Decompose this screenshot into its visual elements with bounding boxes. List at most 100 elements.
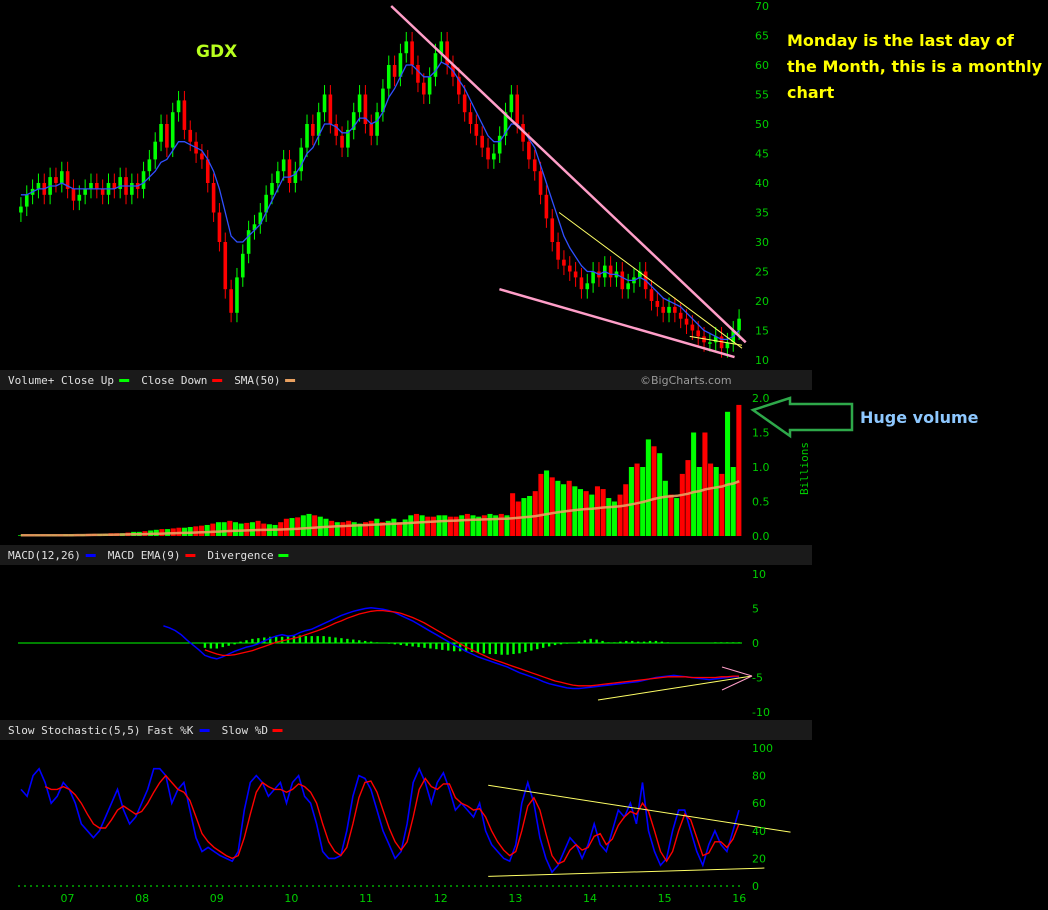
price-tick-label: 60 xyxy=(755,59,769,72)
volume-bar xyxy=(685,460,691,536)
candle-body xyxy=(684,318,689,325)
candle xyxy=(293,161,298,193)
macd-divergence-bar xyxy=(720,642,723,643)
macd-divergence-bar xyxy=(512,643,515,655)
candle-body xyxy=(544,194,549,219)
legend-label: MACD EMA(9) xyxy=(108,549,181,562)
candle xyxy=(480,126,484,158)
macd-divergence-bar xyxy=(601,640,604,643)
candle xyxy=(240,244,245,287)
legend-swatch xyxy=(212,379,223,382)
candle-body xyxy=(410,41,414,65)
candle-body xyxy=(404,41,409,54)
macd-divergence-bar xyxy=(239,641,242,643)
candle-body xyxy=(579,277,584,290)
macd-divergence-bar xyxy=(304,636,308,643)
volume-bar xyxy=(566,480,572,536)
candle-body xyxy=(270,183,274,195)
price-tick-label: 70 xyxy=(755,0,769,13)
volume-bar xyxy=(736,404,742,536)
macd-divergence-bar xyxy=(393,643,397,645)
candle-body xyxy=(737,318,741,331)
candle xyxy=(281,149,286,181)
volume-bar xyxy=(555,480,561,536)
volume-bar xyxy=(691,432,697,536)
volume-bar xyxy=(594,486,600,536)
volume-bar xyxy=(583,491,589,536)
candle xyxy=(89,173,93,199)
macd-divergence-bar xyxy=(636,641,640,643)
volume-bar xyxy=(408,515,414,536)
macd-divergence-bar xyxy=(631,640,634,643)
candle-body xyxy=(276,171,280,183)
candle xyxy=(200,144,204,169)
candle xyxy=(468,102,473,134)
macd-divergence-bar xyxy=(518,643,521,654)
macd-divergence-bar xyxy=(387,643,391,644)
candle-body xyxy=(100,188,105,195)
volume-bar xyxy=(725,411,731,536)
volume-bar xyxy=(532,491,538,536)
candle xyxy=(328,85,333,134)
candle xyxy=(246,220,251,264)
volume-bar xyxy=(436,515,442,536)
price-tick-label: 35 xyxy=(755,207,769,220)
candle-body xyxy=(433,53,438,77)
candle-body xyxy=(59,171,64,183)
volume-bar xyxy=(549,477,555,536)
volume-tick-label: 1.5 xyxy=(752,427,770,440)
candle-body xyxy=(287,159,292,183)
candle xyxy=(65,161,70,199)
candle xyxy=(24,185,29,217)
macd-divergence-bar xyxy=(577,641,581,643)
candle xyxy=(579,267,584,299)
candle xyxy=(211,173,216,222)
candle xyxy=(608,256,613,287)
macd-tick-label: 5 xyxy=(752,603,759,616)
candle xyxy=(369,114,374,146)
candle-body xyxy=(462,94,467,113)
volume-tick-label: 0.5 xyxy=(752,496,770,509)
macd-trendline xyxy=(597,675,753,701)
volume-bar xyxy=(600,489,606,536)
candle-body xyxy=(322,94,327,113)
candle xyxy=(392,55,397,87)
macd-divergence-bar xyxy=(316,636,319,643)
volume-bar xyxy=(210,523,216,536)
candle xyxy=(19,197,23,222)
macd-divergence-bar xyxy=(725,642,729,643)
macd-divergence-bar xyxy=(476,643,480,653)
candle-body xyxy=(386,65,391,89)
stoch-tick-label: 60 xyxy=(752,797,766,810)
x-tick-label: 16 xyxy=(732,892,746,905)
stoch-tick-label: 100 xyxy=(752,742,773,755)
x-tick-label: 14 xyxy=(583,892,597,905)
candle-body xyxy=(71,188,76,201)
candle xyxy=(573,262,578,287)
macd-divergence-bar xyxy=(553,643,557,646)
candle-body xyxy=(667,306,671,313)
x-tick-label: 09 xyxy=(210,892,224,905)
macd-divergence-bar xyxy=(541,643,545,648)
candle xyxy=(176,90,181,122)
volume-bar xyxy=(708,463,714,536)
macd-divergence-bar xyxy=(203,643,207,648)
candle xyxy=(36,173,41,199)
candle xyxy=(386,55,391,99)
volume-bar xyxy=(227,520,233,536)
candle xyxy=(638,262,642,287)
volume-bar xyxy=(374,518,380,536)
volume-axis-label: Billions xyxy=(798,442,811,495)
candle xyxy=(655,291,660,317)
candle-body xyxy=(427,76,432,95)
macd-divergence-bar xyxy=(731,642,735,643)
candle xyxy=(357,85,362,122)
candle xyxy=(346,120,350,158)
symbol-label: GDX xyxy=(196,42,238,62)
candle-body xyxy=(573,271,578,278)
candle-body xyxy=(468,112,473,124)
candle-body xyxy=(509,94,514,113)
macd-divergence-bar xyxy=(227,643,230,646)
candle xyxy=(322,85,327,122)
legend-swatch xyxy=(278,554,289,557)
